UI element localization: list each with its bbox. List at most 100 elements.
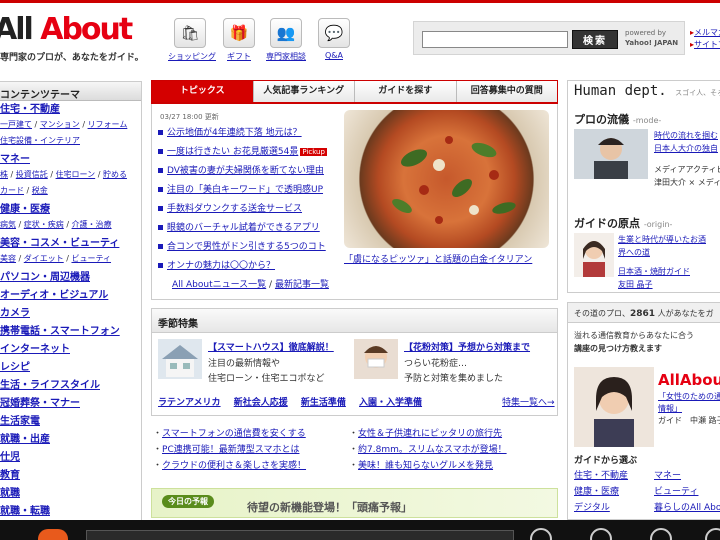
- topic-link[interactable]: オンナの魅力は〇〇から？: [167, 261, 275, 271]
- guide-origin-link[interactable]: 生業と時代が導いたお酒 界への道: [618, 233, 706, 259]
- sitemap-link[interactable]: サイトマ: [694, 40, 720, 49]
- bullet-square-icon: [158, 187, 163, 192]
- topic-link[interactable]: 公示地価が4年連続下落 地元は？: [167, 128, 302, 138]
- address-bar[interactable]: [86, 530, 514, 540]
- category-link[interactable]: インターネット: [0, 341, 141, 359]
- category-link[interactable]: 生活家電: [0, 413, 141, 431]
- category-link[interactable]: レシピ: [0, 359, 141, 377]
- right-sidebar: Human dept. スゴイ人、そろって プロの流儀 -mode- 時代の流れ…: [567, 80, 720, 520]
- subcategory-link[interactable]: ビューティ: [71, 254, 111, 263]
- guide-category-link[interactable]: 住宅・不動産: [574, 469, 628, 484]
- category-link[interactable]: 住宅・不動産: [0, 101, 141, 119]
- subcategory-link[interactable]: 株: [0, 170, 8, 179]
- category-list: 住宅・不動産 一戸建て / マンション / リフォーム 住宅設備・インテリアマネー株…: [0, 101, 141, 521]
- nav-qa[interactable]: 💬 Q&A: [312, 18, 356, 60]
- nav-shopping[interactable]: 🛍 ショッピング: [168, 18, 216, 62]
- season-link[interactable]: ラテンアメリカ: [158, 398, 221, 408]
- nav-consult[interactable]: 👥 専門家相談: [264, 18, 308, 62]
- subcategory-row: 住宅設備・インテリア: [0, 135, 141, 147]
- category-link[interactable]: パソコン・周辺機器: [0, 269, 141, 287]
- tab-ranking[interactable]: 人気記事ランキング: [252, 81, 354, 102]
- browser-app-icon[interactable]: [38, 529, 68, 540]
- subcategory-link[interactable]: 病気: [0, 220, 16, 229]
- subcategory-link[interactable]: リフォーム: [88, 120, 128, 129]
- news-list-link[interactable]: All Aboutニュース一覧: [172, 280, 266, 290]
- qa-bubble-icon: 💬: [318, 18, 350, 48]
- misc-link[interactable]: クラウドの便利さ＆楽しさを実感！: [162, 461, 306, 471]
- pro-count-header: その道のプロ、2861 人があなたをガ: [568, 303, 720, 323]
- subcategory-link[interactable]: 税金: [32, 186, 48, 195]
- topic-item: 一度は行きたい お花見厳選54景 Pickup: [158, 143, 338, 162]
- category-link[interactable]: 美容・コスメ・ビューティ: [0, 235, 141, 253]
- season-more-link[interactable]: 特集一覧へ→: [502, 395, 555, 408]
- misc-link[interactable]: スマートフォンの通信費を安くする: [162, 429, 306, 439]
- guide-category-link[interactable]: デジタル: [574, 501, 610, 516]
- tab-topics[interactable]: トピックス: [152, 81, 253, 102]
- nav-gift[interactable]: 🎁 ギフト: [217, 18, 261, 62]
- tab-open-questions[interactable]: 回答募集中の質問: [455, 81, 557, 102]
- guide-category-link[interactable]: マネー: [654, 469, 681, 484]
- subcategory-link[interactable]: 美容: [0, 254, 16, 263]
- category-link[interactable]: 就職・転職: [0, 503, 141, 521]
- subcategory-link[interactable]: 住宅ローン: [56, 170, 96, 179]
- subcategory-link[interactable]: ダイエット: [24, 254, 64, 263]
- tools-circle-icon[interactable]: [705, 528, 720, 540]
- category-link[interactable]: 健康・医療: [0, 201, 141, 219]
- subcategory-row: 美容 / ダイエット / ビューティ: [0, 254, 112, 263]
- category-link[interactable]: 就職: [0, 485, 141, 503]
- topic-link[interactable]: 手数料ダウンクする送金サービス: [167, 204, 302, 214]
- topic-link[interactable]: DV被害の妻が夫婦関係を断てない理由: [167, 166, 324, 176]
- subcategory-row: 一戸建て / マンション / リフォーム: [0, 120, 128, 129]
- category-link[interactable]: カメラ: [0, 305, 141, 323]
- season-block-title[interactable]: 【スマートハウス】徹底解説！: [208, 340, 334, 353]
- pin-circle-icon[interactable]: [650, 528, 672, 540]
- subcategory-link[interactable]: 貯める: [103, 170, 127, 179]
- topic-link[interactable]: 一度は行きたい お花見厳選54景: [167, 147, 298, 157]
- category-link[interactable]: 仕児: [0, 449, 141, 467]
- guide-category-link[interactable]: ビューティ: [654, 485, 698, 500]
- category-link[interactable]: 教育: [0, 467, 141, 485]
- misc-link[interactable]: 美味！誰も知らないグルメを発見: [358, 461, 493, 471]
- back-circle-icon[interactable]: [530, 528, 552, 540]
- category-link[interactable]: 生活・ライフスタイル: [0, 377, 141, 395]
- season-block-title[interactable]: 【花粉対策】予想から対策まで: [404, 340, 530, 353]
- misc-link[interactable]: 約7.8mm。スリムなスマホが登場！: [358, 445, 507, 455]
- season-link[interactable]: 新生活準備: [301, 398, 346, 408]
- subcategory-link[interactable]: 一戸建て: [0, 120, 32, 129]
- headache-forecast-banner[interactable]: 今日の予報 待望の新機能登場！「頭痛予報」: [151, 488, 558, 518]
- subcategory-link[interactable]: カード: [0, 186, 24, 195]
- pizza-photo[interactable]: [344, 110, 549, 248]
- search-button[interactable]: 検索: [572, 30, 618, 49]
- pizza-caption-link[interactable]: 「虜になるピッツァ」と話題の白金イタリアン: [344, 252, 532, 265]
- category-link[interactable]: 冠婚葬祭・マナー: [0, 395, 141, 413]
- subcategory-link[interactable]: 症状・疾病: [24, 220, 64, 229]
- guide-category-link[interactable]: 健康・医療: [574, 485, 619, 500]
- tsuda-photo[interactable]: [574, 129, 648, 179]
- misc-link[interactable]: PC連携可能！最新薄型スマホとは: [162, 445, 299, 455]
- pro-guide-item[interactable]: 「女性のための通 情報」 ガイド 中瀬 路子: [658, 391, 720, 427]
- subcategory-link[interactable]: 投資信託: [16, 170, 48, 179]
- category-link[interactable]: 就職・出産: [0, 431, 141, 449]
- misc-link[interactable]: 女性＆子供連れにピッタリの旅行先: [358, 429, 502, 439]
- pro-style-link[interactable]: 時代の流れを掴む 日本人大介の独自: [654, 129, 718, 155]
- category-link[interactable]: マネー: [0, 151, 141, 169]
- subcategory-link[interactable]: マンション: [40, 120, 80, 129]
- allabout-logo[interactable]: All About: [0, 12, 133, 47]
- category-link[interactable]: 携帯電話・スマートフォン: [0, 323, 141, 341]
- nakase-photo[interactable]: [574, 367, 654, 447]
- latest-articles-link[interactable]: 最新記事一覧: [275, 280, 329, 290]
- topic-link[interactable]: 眼鏡のバーチャル試着ができるアプリ: [167, 223, 320, 233]
- search-input[interactable]: [422, 31, 568, 48]
- subcategory-link[interactable]: 介護・治療: [72, 220, 112, 229]
- mailmag-link[interactable]: メルマガ: [694, 28, 720, 37]
- category-link[interactable]: オーディオ・ビジュアル: [0, 287, 141, 305]
- topic-link[interactable]: 注目の「美白キーワード」で透明感UP: [167, 185, 323, 195]
- guide-category-link[interactable]: 暮らしのAll Abou: [654, 501, 720, 516]
- season-link[interactable]: 入園・入学準備: [359, 398, 422, 408]
- subcategory-link[interactable]: 住宅設備・インテリア: [0, 136, 80, 145]
- refresh-circle-icon[interactable]: [590, 528, 612, 540]
- tomoda-photo[interactable]: [574, 233, 614, 277]
- topic-link[interactable]: 合コンで男性がドン引きする5つのコト: [167, 242, 326, 252]
- season-link[interactable]: 新社会人応援: [234, 398, 288, 408]
- tab-find-guide[interactable]: ガイドを探す: [354, 81, 456, 102]
